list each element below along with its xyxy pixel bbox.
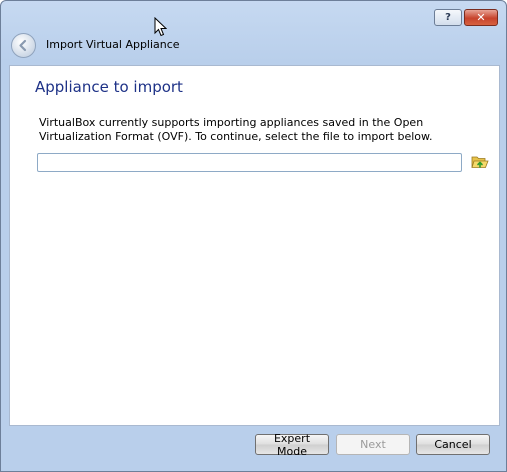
wizard-footer: Expert Mode Next Cancel bbox=[1, 426, 506, 471]
close-icon: ✕ bbox=[476, 11, 486, 24]
cancel-button[interactable]: Cancel bbox=[416, 434, 490, 455]
help-button[interactable]: ? bbox=[434, 9, 462, 26]
import-appliance-window: ? ✕ Import Virtual Appliance Appliance t… bbox=[0, 0, 507, 472]
title-bar: ? ✕ Import Virtual Appliance bbox=[1, 1, 506, 63]
open-folder-icon bbox=[471, 156, 489, 168]
wizard-page: Appliance to import VirtualBox currently… bbox=[9, 65, 500, 426]
back-button[interactable] bbox=[11, 33, 36, 58]
mouse-pointer-icon bbox=[154, 17, 167, 37]
wizard-title: Import Virtual Appliance bbox=[46, 38, 180, 51]
browse-file-button[interactable] bbox=[471, 153, 489, 171]
close-button[interactable]: ✕ bbox=[464, 9, 498, 26]
expert-mode-button[interactable]: Expert Mode bbox=[255, 432, 329, 458]
page-description: VirtualBox currently supports importing … bbox=[39, 116, 433, 143]
help-icon: ? bbox=[445, 12, 451, 23]
window-controls: ? ✕ bbox=[434, 9, 498, 26]
next-button[interactable]: Next bbox=[336, 434, 410, 455]
back-arrow-icon bbox=[19, 39, 27, 52]
page-title: Appliance to import bbox=[35, 78, 183, 96]
file-path-input[interactable] bbox=[37, 153, 462, 172]
